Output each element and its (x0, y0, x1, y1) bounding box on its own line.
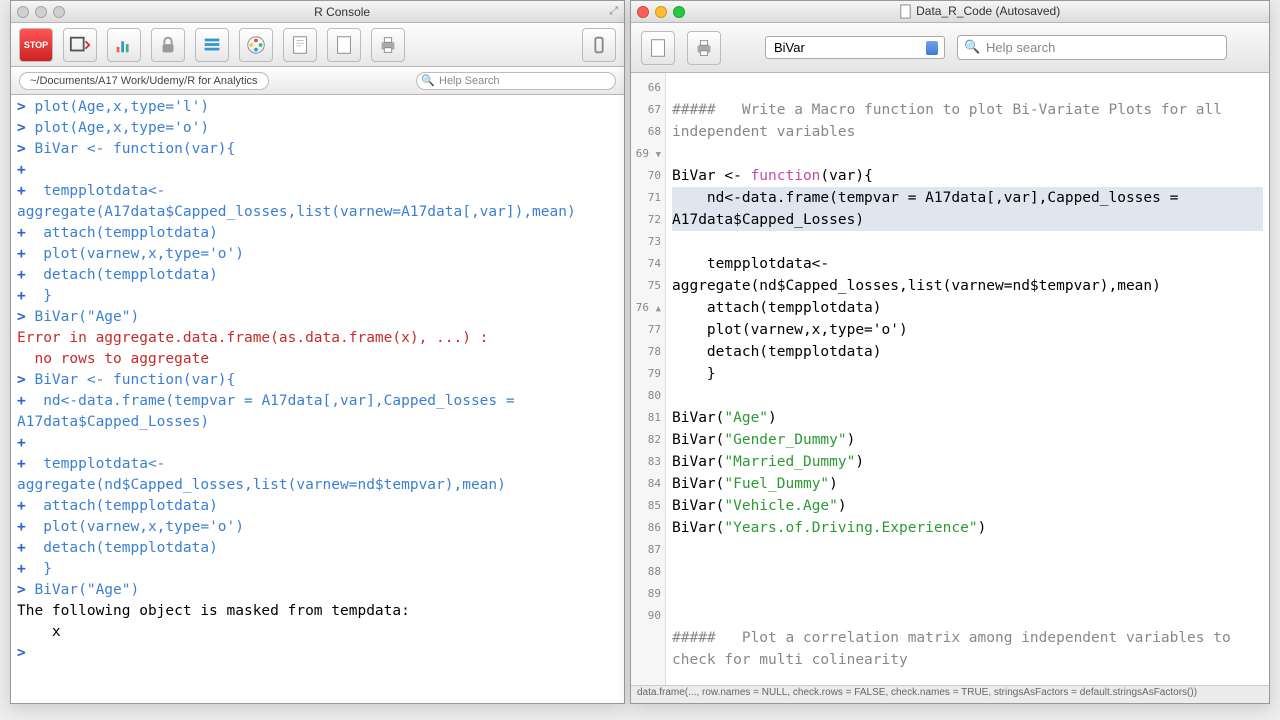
editor-toolbar: BiVar Help search (631, 23, 1269, 73)
editor-titlebar: Data_R_Code (Autosaved) (631, 1, 1269, 23)
new-button[interactable] (327, 28, 361, 62)
stop-button[interactable]: STOP (19, 28, 53, 62)
code-content[interactable]: ##### Write a Macro function to plot Bi-… (666, 73, 1269, 685)
quartz-button[interactable] (107, 28, 141, 62)
document-title: Data_R_Code (Autosaved) (695, 4, 1263, 19)
titlebar: R Console ⤢ (11, 1, 624, 23)
line-gutter: 66676869 ▼70717273747576 ▲77787980818283… (631, 73, 666, 685)
status-bar: data.frame(..., row.names = NULL, check.… (631, 685, 1269, 703)
source-button[interactable] (63, 28, 97, 62)
r-console-window: R Console ⤢ STOP ~/Documents/A17 Work/Ud… (10, 0, 625, 704)
expand-icon[interactable]: ⤢ (609, 5, 618, 18)
help-search-input[interactable]: Help Search (416, 72, 616, 90)
minimize-icon[interactable] (655, 6, 667, 18)
code-editor[interactable]: 66676869 ▼70717273747576 ▲77787980818283… (631, 73, 1269, 685)
history-button[interactable] (195, 28, 229, 62)
console-toolbar: STOP (11, 23, 624, 67)
console-subbar: ~/Documents/A17 Work/Udemy/R for Analyti… (11, 67, 624, 95)
editor-window: Data_R_Code (Autosaved) BiVar Help searc… (630, 0, 1270, 704)
help-search-input[interactable]: Help search (957, 35, 1227, 60)
window-title: R Console (75, 5, 609, 19)
lock-button[interactable] (151, 28, 185, 62)
device-button[interactable] (582, 28, 616, 62)
open-button[interactable] (283, 28, 317, 62)
zoom-icon[interactable] (673, 6, 685, 18)
working-directory[interactable]: ~/Documents/A17 Work/Udemy/R for Analyti… (19, 72, 269, 90)
print-button[interactable] (371, 28, 405, 62)
close-icon[interactable] (637, 6, 649, 18)
close-icon[interactable] (17, 6, 29, 18)
colors-button[interactable] (239, 28, 273, 62)
console-output[interactable]: > plot(Age,x,type='l')> plot(Age,x,type=… (11, 95, 624, 703)
print-button[interactable] (687, 31, 721, 65)
function-dropdown[interactable]: BiVar (765, 36, 945, 59)
zoom-icon[interactable] (53, 6, 65, 18)
minimize-icon[interactable] (35, 6, 47, 18)
save-button[interactable] (641, 31, 675, 65)
